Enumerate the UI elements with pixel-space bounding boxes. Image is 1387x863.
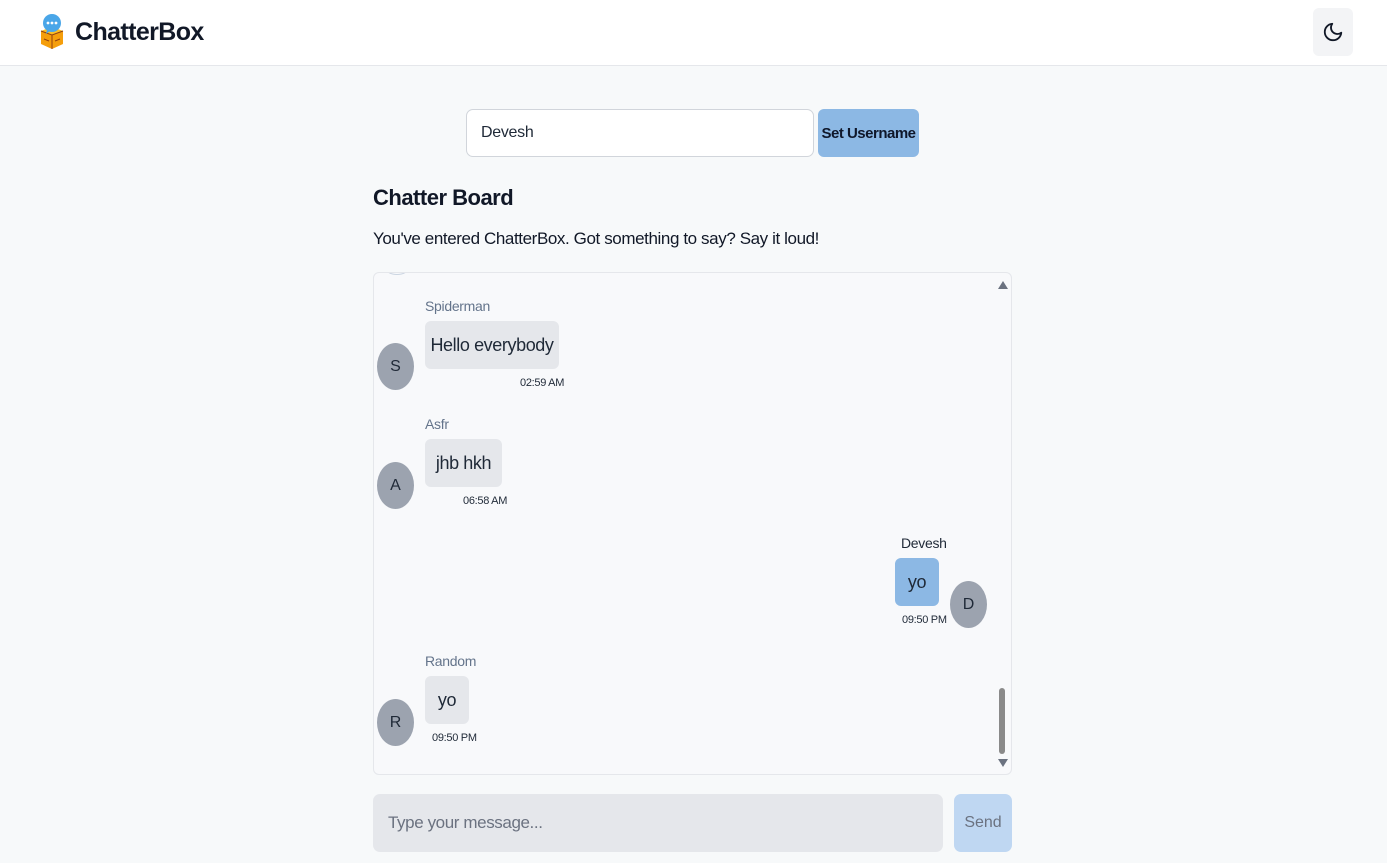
message-bubble: yo <box>425 676 469 724</box>
message-item: Asfr jhb hkh A 06:58 AM <box>374 391 994 516</box>
message-item: Random yo R 09:50 PM <box>374 628 994 753</box>
message-time: 02:59 AM <box>520 377 565 389</box>
message-time: 06:58 AM <box>463 495 508 507</box>
theme-toggle-button[interactable] <box>1313 8 1353 56</box>
message-item: Devesh yo D 09:50 PM <box>374 510 994 635</box>
message-bubble: jhb hkh <box>425 439 502 487</box>
avatar: S <box>377 343 414 390</box>
send-button[interactable]: Send <box>954 794 1012 852</box>
avatar: A <box>377 462 414 509</box>
scrollbar[interactable] <box>996 275 1008 773</box>
username-input[interactable]: Devesh <box>466 109 814 157</box>
message-bubble: Hello everybody <box>425 321 559 369</box>
app-name: ChatterBox <box>75 17 204 46</box>
message-list[interactable]: Spiderman Hello everybody S 02:59 AM Asf… <box>373 272 1012 775</box>
page-title: Chatter Board <box>373 185 514 210</box>
message-sender: Devesh <box>901 535 947 551</box>
message-sender: Spiderman <box>425 298 491 314</box>
avatar: R <box>377 699 414 746</box>
avatar: D <box>950 581 987 628</box>
set-username-button[interactable]: Set Username <box>818 109 919 157</box>
scroll-down-arrow-icon[interactable] <box>998 759 1008 767</box>
scroll-up-arrow-icon[interactable] <box>998 281 1008 289</box>
navbar: ChatterBox <box>0 0 1387 66</box>
message-time: 09:50 PM <box>902 614 947 626</box>
message-bubble: yo <box>895 558 939 606</box>
page-subtitle: You've entered ChatterBox. Got something… <box>373 229 819 248</box>
message-sender: Asfr <box>425 416 449 432</box>
message-sender: Random <box>425 653 477 669</box>
brand[interactable]: ChatterBox <box>38 12 204 52</box>
message-time: 09:50 PM <box>432 732 477 744</box>
chat-box-logo-icon <box>40 14 64 49</box>
moon-icon <box>1323 22 1343 42</box>
message-item: Spiderman Hello everybody S 02:59 AM <box>374 273 994 398</box>
scrollbar-thumb[interactable] <box>999 688 1005 754</box>
message-input[interactable]: Type your message... <box>373 794 943 852</box>
